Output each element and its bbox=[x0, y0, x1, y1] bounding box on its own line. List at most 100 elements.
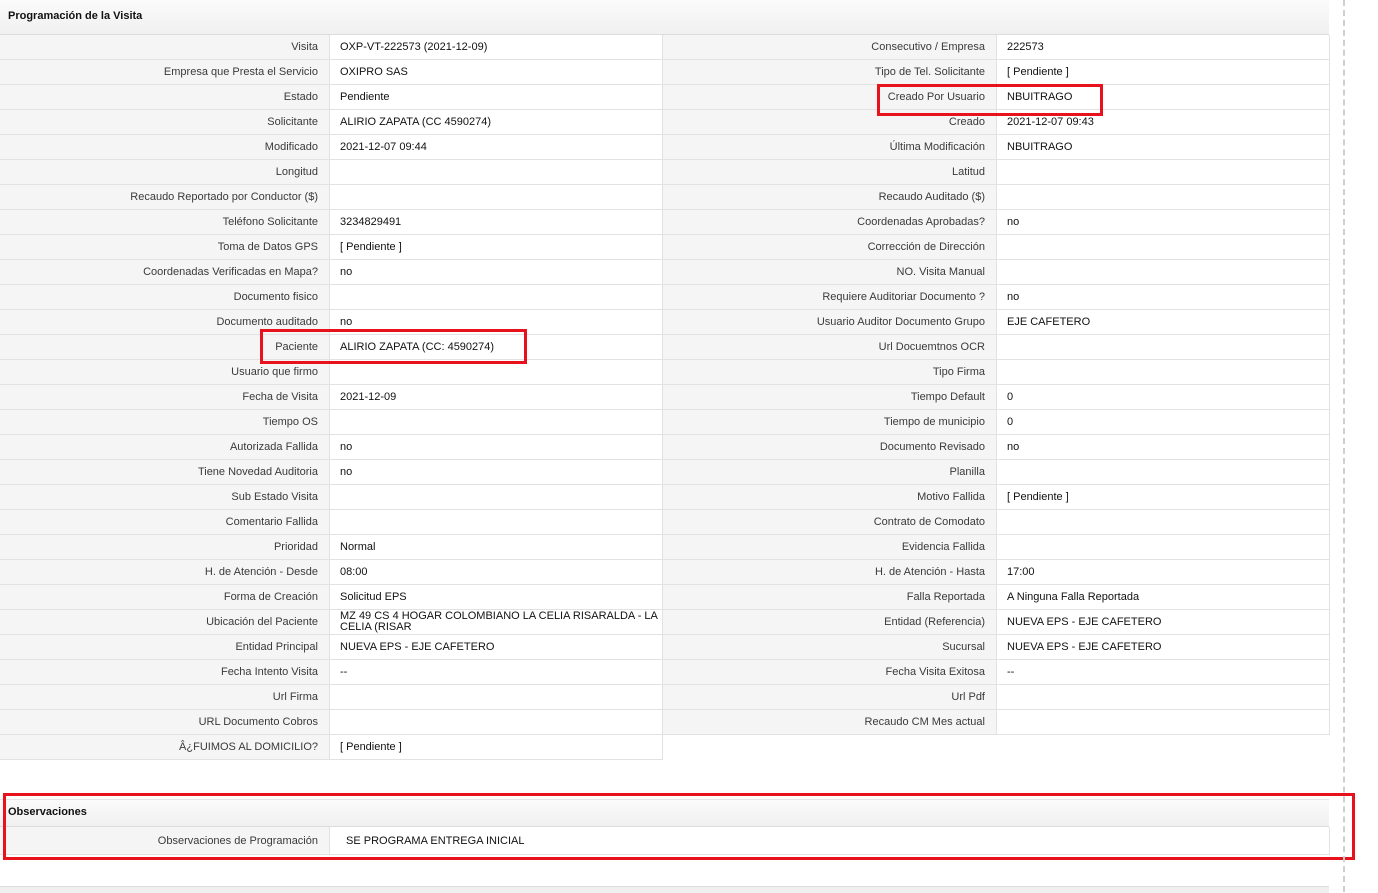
field-value-creado-por-usuario: NBUITRAGO bbox=[997, 85, 1330, 110]
field-value-url-documento-cobros bbox=[330, 710, 663, 735]
field-value-visita: OXP-VT-222573 (2021-12-09) bbox=[330, 35, 663, 60]
visit-details-grid: Visita OXP-VT-222573 (2021-12-09) Consecut… bbox=[0, 35, 1330, 760]
field-label-evidencia-fallida: Evidencia Fallida bbox=[663, 535, 997, 560]
field-label-estado: Estado bbox=[0, 85, 330, 110]
field-label-modificado: Modificado bbox=[0, 135, 330, 160]
field-label-fecha-de-visita: Fecha de Visita bbox=[0, 385, 330, 410]
field-label-tiempo-os: Tiempo OS bbox=[0, 410, 330, 435]
field-value-paciente: ALIRIO ZAPATA (CC: 4590274) bbox=[330, 335, 663, 360]
dashed-divider bbox=[1343, 0, 1345, 892]
field-value-prioridad: Normal bbox=[330, 535, 663, 560]
field-value-url-firma bbox=[330, 685, 663, 710]
field-label-comentario-fallida: Comentario Fallida bbox=[0, 510, 330, 535]
field-value-tiempo-de-municipio: 0 bbox=[997, 410, 1330, 435]
field-value-url-docuemtnos-ocr bbox=[997, 335, 1330, 360]
field-value-forma-de-creaci-n: Solicitud EPS bbox=[330, 585, 663, 610]
field-value-tipo-de-tel-solicitante: [ Pendiente ] bbox=[997, 60, 1330, 85]
field-label-url-firma: Url Firma bbox=[0, 685, 330, 710]
field-value-documento-fisico bbox=[330, 285, 663, 310]
field-label-motivo-fallida: Motivo Fallida bbox=[663, 485, 997, 510]
field-label-tiene-novedad-auditoria: Tiene Novedad Auditoria bbox=[0, 460, 330, 485]
field-label-entidad-principal: Entidad Principal bbox=[0, 635, 330, 660]
field-value-coordenadas-verificadas-en-mapa: no bbox=[330, 260, 663, 285]
field-value-tipo-firma bbox=[997, 360, 1330, 385]
field-label-creado-por-usuario: Creado Por Usuario bbox=[663, 85, 997, 110]
field-label-creado: Creado bbox=[663, 110, 997, 135]
field-value-fuimos-al-domicilio: [ Pendiente ] bbox=[330, 735, 663, 760]
field-label-documento-fisico: Documento fisico bbox=[0, 285, 330, 310]
field-value-recaudo-reportado-por-conductor bbox=[330, 185, 663, 210]
field-value-ubicaci-n-del-paciente: MZ 49 CS 4 HOGAR COLOMBIANO LA CELIA RIS… bbox=[330, 610, 663, 635]
field-value-evidencia-fallida bbox=[997, 535, 1330, 560]
field-value-correcci-n-de-direcci-n bbox=[997, 235, 1330, 260]
field-label-visita: Visita bbox=[0, 35, 330, 60]
field-value-contrato-de-comodato bbox=[997, 510, 1330, 535]
field-label-h-de-atenci-n-desde: H. de Atención - Desde bbox=[0, 560, 330, 585]
field-value-usuario-que-firmo bbox=[330, 360, 663, 385]
field-label-no-visita-manual: NO. Visita Manual bbox=[663, 260, 997, 285]
field-label-consecutivo-empresa: Consecutivo / Empresa bbox=[663, 35, 997, 60]
empty-cell bbox=[663, 735, 997, 760]
field-value-consecutivo-empresa: 222573 bbox=[997, 35, 1330, 60]
field-value-documento-revisado: no bbox=[997, 435, 1330, 460]
field-label-requiere-auditoriar-documento: Requiere Auditoriar Documento ? bbox=[663, 285, 997, 310]
field-value-creado: 2021-12-07 09:43 bbox=[997, 110, 1330, 135]
field-value-recaudo-cm-mes-actual bbox=[997, 710, 1330, 735]
field-value-latitud bbox=[997, 160, 1330, 185]
field-value-h-de-atenci-n-desde: 08:00 bbox=[330, 560, 663, 585]
field-label-forma-de-creaci-n: Forma de Creación bbox=[0, 585, 330, 610]
field-value-entidad-principal: NUEVA EPS - EJE CAFETERO bbox=[330, 635, 663, 660]
field-label-longitud: Longitud bbox=[0, 160, 330, 185]
field-label-empresa-que-presta-el-servicio: Empresa que Presta el Servicio bbox=[0, 60, 330, 85]
field-label-paciente: Paciente bbox=[0, 335, 330, 360]
field-value-sucursal: NUEVA EPS - EJE CAFETERO bbox=[997, 635, 1330, 660]
empty-cell bbox=[997, 735, 1330, 760]
field-label-usuario-auditor-documento-grupo: Usuario Auditor Documento Grupo bbox=[663, 310, 997, 335]
field-value-h-de-atenci-n-hasta: 17:00 bbox=[997, 560, 1330, 585]
field-value-usuario-auditor-documento-grupo: EJE CAFETERO bbox=[997, 310, 1330, 335]
observations-title: Observaciones bbox=[8, 806, 87, 818]
field-value-planilla bbox=[997, 460, 1330, 485]
field-label-toma-de-datos-gps: Toma de Datos GPS bbox=[0, 235, 330, 260]
field-label-autorizada-fallida: Autorizada Fallida bbox=[0, 435, 330, 460]
field-label-sub-estado-visita: Sub Estado Visita bbox=[0, 485, 330, 510]
field-label-url-documento-cobros: URL Documento Cobros bbox=[0, 710, 330, 735]
field-value-sub-estado-visita bbox=[330, 485, 663, 510]
field-value-requiere-auditoriar-documento: no bbox=[997, 285, 1330, 310]
field-value-ltima-modificaci-n: NBUITRAGO bbox=[997, 135, 1330, 160]
field-value-tel-fono-solicitante: 3234829491 bbox=[330, 210, 663, 235]
field-label-contrato-de-comodato: Contrato de Comodato bbox=[663, 510, 997, 535]
field-label-fecha-intento-visita: Fecha Intento Visita bbox=[0, 660, 330, 685]
observations-row: Observaciones de Programación SE PROGRAM… bbox=[0, 827, 1330, 855]
field-value-fecha-intento-visita: -- bbox=[330, 660, 663, 685]
field-value-recaudo-auditado bbox=[997, 185, 1330, 210]
field-value-longitud bbox=[330, 160, 663, 185]
section-header-programacion: Programación de la Visita bbox=[0, 0, 1329, 35]
field-value-modificado: 2021-12-07 09:44 bbox=[330, 135, 663, 160]
field-label-sucursal: Sucursal bbox=[663, 635, 997, 660]
field-label-coordenadas-aprobadas: Coordenadas Aprobadas? bbox=[663, 210, 997, 235]
field-label-documento-auditado: Documento auditado bbox=[0, 310, 330, 335]
field-label-tel-fono-solicitante: Teléfono Solicitante bbox=[0, 210, 330, 235]
field-value-documento-auditado: no bbox=[330, 310, 663, 335]
field-label-ltima-modificaci-n: Última Modificación bbox=[663, 135, 997, 160]
field-label-recaudo-reportado-por-conductor: Recaudo Reportado por Conductor ($) bbox=[0, 185, 330, 210]
field-label-fuimos-al-domicilio: Â¿FUIMOS AL DOMICILIO? bbox=[0, 735, 330, 760]
observations-value: SE PROGRAMA ENTREGA INICIAL bbox=[330, 827, 1330, 855]
field-label-recaudo-cm-mes-actual: Recaudo CM Mes actual bbox=[663, 710, 997, 735]
field-label-h-de-atenci-n-hasta: H. de Atención - Hasta bbox=[663, 560, 997, 585]
field-label-usuario-que-firmo: Usuario que firmo bbox=[0, 360, 330, 385]
field-label-entidad-referencia: Entidad (Referencia) bbox=[663, 610, 997, 635]
field-value-coordenadas-aprobadas: no bbox=[997, 210, 1330, 235]
field-label-url-docuemtnos-ocr: Url Docuemtnos OCR bbox=[663, 335, 997, 360]
field-value-autorizada-fallida: no bbox=[330, 435, 663, 460]
field-label-coordenadas-verificadas-en-mapa: Coordenadas Verificadas en Mapa? bbox=[0, 260, 330, 285]
section-header-observaciones: Observaciones bbox=[0, 799, 1329, 827]
field-label-fecha-visita-exitosa: Fecha Visita Exitosa bbox=[663, 660, 997, 685]
field-value-toma-de-datos-gps: [ Pendiente ] bbox=[330, 235, 663, 260]
field-label-tipo-firma: Tipo Firma bbox=[663, 360, 997, 385]
field-value-fecha-de-visita: 2021-12-09 bbox=[330, 385, 663, 410]
field-value-empresa-que-presta-el-servicio: OXIPRO SAS bbox=[330, 60, 663, 85]
field-label-tiempo-default: Tiempo Default bbox=[663, 385, 997, 410]
section-title: Programación de la Visita bbox=[8, 10, 143, 22]
